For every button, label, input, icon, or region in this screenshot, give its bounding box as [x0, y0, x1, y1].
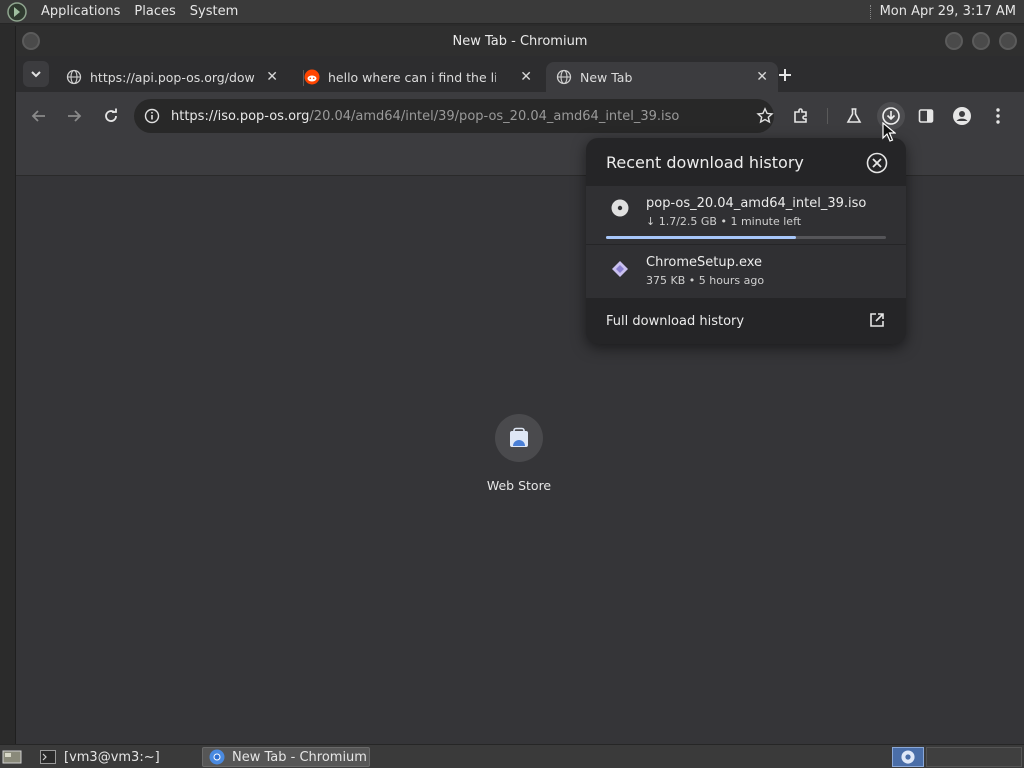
download-item-iso[interactable]: pop-os_20.04_amd64_intel_39.iso ↓ 1.7/2.… — [586, 186, 906, 244]
download-status: ↓ 1.7/2.5 GB • 1 minute left — [646, 215, 802, 228]
gnome-foot-icon[interactable] — [6, 1, 28, 23]
applications-menu[interactable]: Applications — [34, 0, 127, 24]
show-desktop-icon[interactable] — [2, 749, 22, 765]
url-host: https://iso.pop-os.org — [171, 108, 310, 124]
toolbar: https://iso.pop-os.org/20.04/amd64/intel… — [16, 92, 1024, 140]
workspace-2[interactable] — [926, 747, 1022, 767]
places-menu[interactable]: Places — [127, 0, 182, 24]
shortcut-label: Web Store — [486, 478, 552, 493]
tab-pop-os-api[interactable]: https://api.pop-os.org/downlo ✕ — [56, 62, 288, 92]
download-bubble-title: Recent download history — [606, 152, 804, 172]
menu-button[interactable] — [984, 102, 1012, 130]
window-menu-icon[interactable] — [22, 32, 40, 50]
download-progress-fill — [606, 236, 797, 239]
close-tab-icon[interactable]: ✕ — [756, 69, 768, 85]
download-filename: pop-os_20.04_amd64_intel_39.iso — [646, 196, 867, 211]
extensions-button[interactable] — [787, 102, 815, 130]
system-menu[interactable]: System — [183, 0, 245, 24]
exe-icon — [612, 261, 628, 277]
globe-icon — [556, 69, 572, 85]
arrow-left-icon — [31, 110, 45, 122]
taskbar-item-label: [vm3@vm3:~] — [64, 749, 160, 765]
mouse-cursor-icon — [882, 122, 896, 142]
download-status: 375 KB • 5 hours ago — [646, 274, 765, 287]
globe-icon — [66, 69, 82, 85]
flask-icon — [846, 108, 862, 123]
web-store-icon — [510, 427, 528, 447]
tab-strip: https://api.pop-os.org/downlo ✕ hello wh… — [16, 56, 1024, 92]
open-external-icon — [870, 313, 884, 327]
terminal-icon — [40, 750, 56, 764]
side-panel-button[interactable] — [912, 102, 940, 130]
clock[interactable]: Mon Apr 29, 3:17 AM — [880, 4, 1024, 19]
chevron-down-icon — [31, 71, 41, 78]
puzzle-icon — [794, 108, 807, 123]
web-store-tile[interactable] — [495, 414, 543, 462]
disc-icon — [611, 199, 629, 217]
side-panel-icon — [918, 109, 934, 123]
download-bubble: Recent download history pop-os_20.04_amd… — [586, 138, 906, 344]
tab-label: New Tab — [580, 69, 633, 85]
close-circle-icon[interactable] — [866, 152, 888, 174]
tab-search-button[interactable] — [23, 61, 49, 87]
window-title: New Tab - Chromium — [452, 33, 588, 49]
avatar-icon — [953, 107, 971, 125]
taskbar-item-terminal[interactable]: [vm3@vm3:~] — [34, 747, 200, 767]
new-tab-button[interactable] — [771, 61, 799, 89]
chromium-icon — [209, 749, 225, 765]
kebab-menu-icon — [996, 108, 1000, 124]
toolbar-separator — [827, 108, 828, 124]
reload-button[interactable] — [97, 102, 125, 130]
chromium-icon — [901, 750, 915, 764]
close-tab-icon[interactable]: ✕ — [266, 69, 278, 85]
download-filename: ChromeSetup.exe — [646, 255, 763, 270]
address-bar[interactable]: https://iso.pop-os.org/20.04/amd64/intel… — [134, 99, 774, 133]
forward-button[interactable] — [60, 102, 88, 130]
reddit-icon — [304, 69, 320, 85]
panel-separator — [869, 4, 872, 19]
maximize-button[interactable] — [972, 32, 990, 50]
download-item-exe[interactable]: ChromeSetup.exe 375 KB • 5 hours ago — [586, 245, 906, 298]
taskbar-item-label: New Tab - Chromium — [232, 749, 367, 765]
minimize-button[interactable] — [945, 32, 963, 50]
window-titlebar[interactable]: New Tab - Chromium — [16, 26, 1024, 56]
workspace-switcher[interactable] — [892, 747, 924, 767]
browser-window: New Tab - Chromium https://api.pop-os.or… — [15, 26, 1024, 744]
top-panel: Applications Places System Mon Apr 29, 3… — [0, 0, 1024, 24]
site-info-icon[interactable] — [144, 108, 160, 124]
star-icon[interactable] — [756, 107, 774, 125]
shortcut-web-store[interactable]: Web Store — [479, 414, 559, 493]
profile-button[interactable] — [948, 102, 976, 130]
close-tab-icon[interactable]: ✕ — [520, 69, 532, 85]
url-path: /20.04/amd64/intel/39/pop-os_20.04_amd64… — [309, 108, 680, 124]
tab-reddit[interactable]: hello where can i find the link ✕ — [294, 62, 542, 92]
arrow-right-icon — [68, 110, 82, 122]
reload-icon — [105, 108, 117, 122]
back-button[interactable] — [25, 102, 53, 130]
bottom-panel: [vm3@vm3:~] New Tab - Chromium — [0, 744, 1024, 768]
full-download-history-label: Full download history — [606, 313, 745, 329]
download-progress-bar — [606, 236, 886, 239]
labs-button[interactable] — [840, 102, 868, 130]
full-download-history-link[interactable]: Full download history — [586, 298, 906, 344]
tab-label: https://api.pop-os.org/downlo — [90, 69, 255, 85]
tab-label: hello where can i find the link — [328, 69, 496, 85]
close-window-button[interactable] — [999, 32, 1017, 50]
tab-new-tab[interactable]: New Tab ✕ — [546, 62, 778, 92]
taskbar-item-chromium[interactable]: New Tab - Chromium — [202, 747, 370, 767]
plus-icon — [779, 69, 791, 81]
